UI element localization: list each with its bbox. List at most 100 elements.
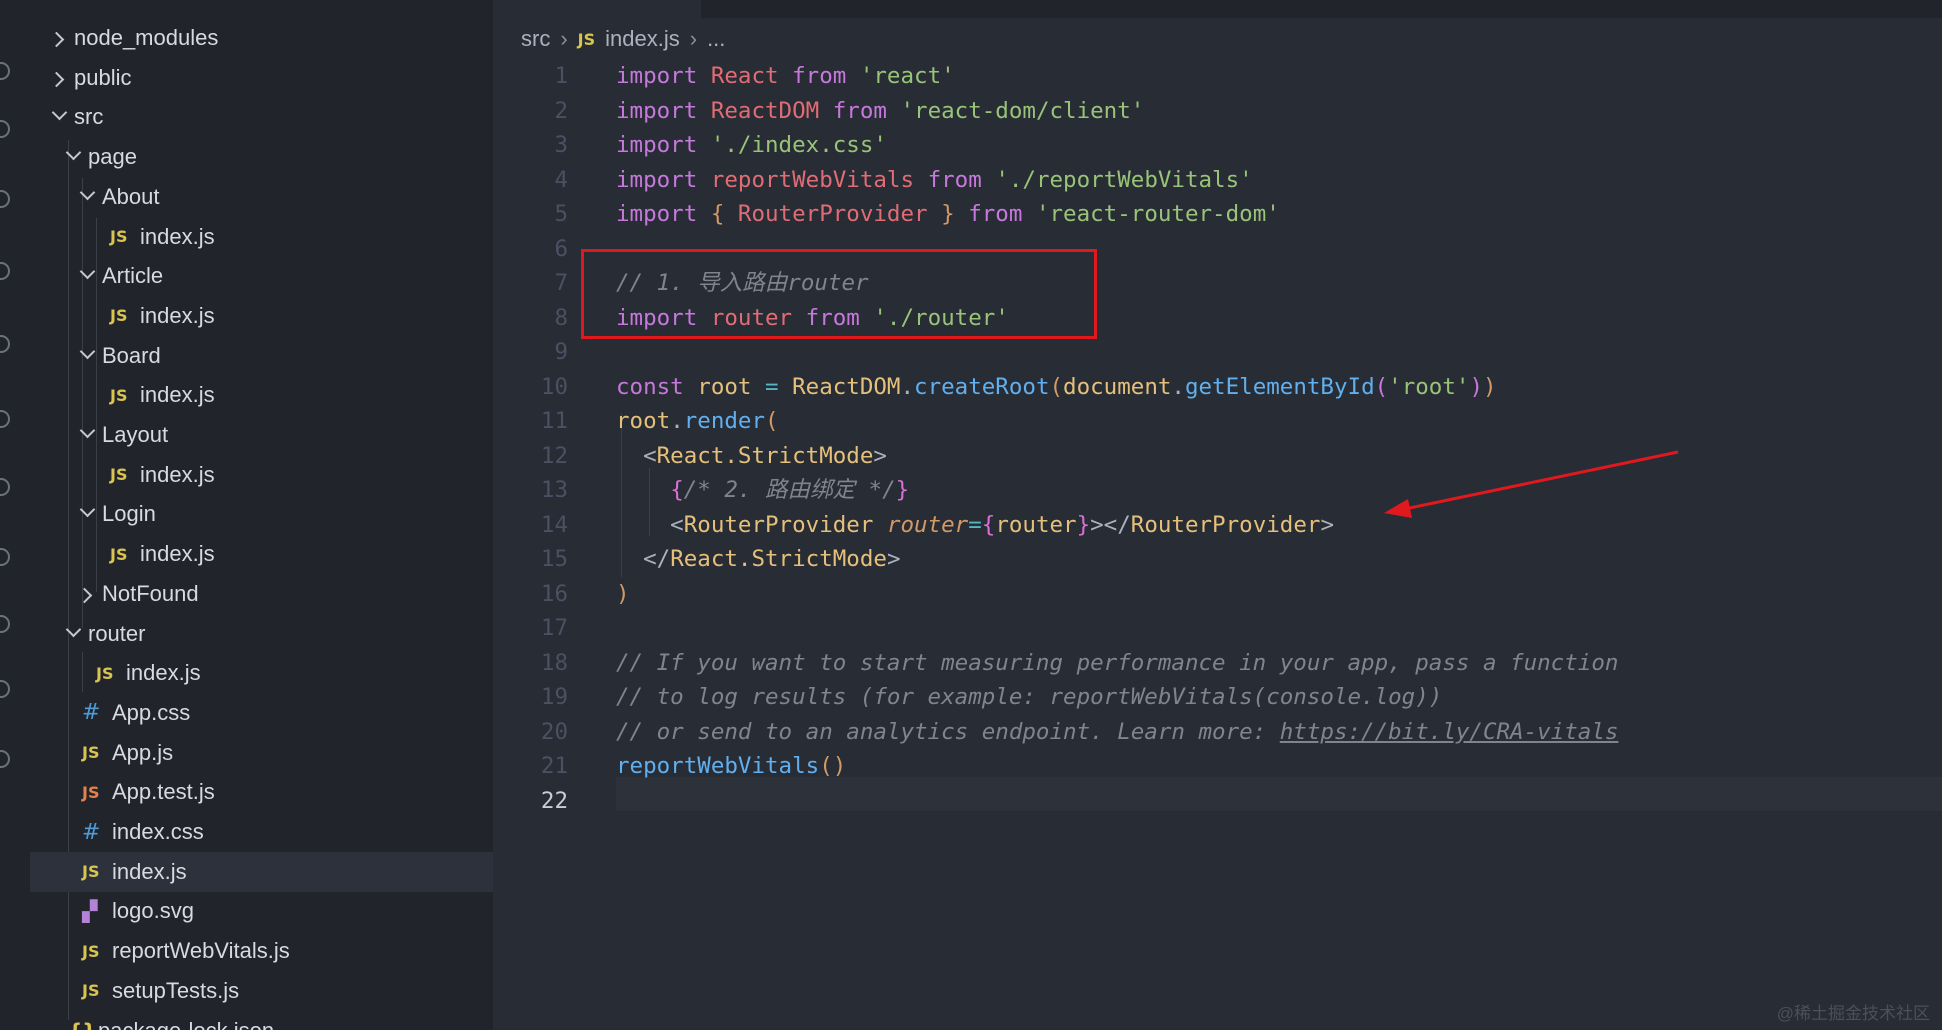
javascript-file-icon: JS — [82, 862, 100, 882]
remote-icon[interactable] — [0, 262, 10, 280]
accounts-icon[interactable] — [0, 750, 10, 768]
chevron-down-icon[interactable] — [76, 501, 98, 527]
tree-file[interactable]: JS index.js — [30, 375, 493, 415]
chevron-down-icon[interactable] — [76, 184, 98, 210]
code-token: React — [710, 63, 793, 89]
code-line[interactable]: 19 // to log results (for example: report… — [493, 680, 1942, 714]
tree-folder[interactable]: Login — [30, 494, 493, 534]
chevron-right-icon[interactable] — [76, 581, 98, 607]
tree-folder[interactable]: node_modules — [30, 18, 493, 58]
git-icon[interactable] — [0, 478, 10, 496]
code-token: . — [1171, 373, 1185, 400]
breadcrumb-folder[interactable]: src — [521, 26, 550, 52]
timeline-icon[interactable] — [0, 615, 10, 633]
code-token: > — [1320, 511, 1334, 538]
testing-icon[interactable] — [0, 410, 10, 428]
code-token: = — [765, 373, 793, 400]
tree-file[interactable]: JS App.test.js — [30, 772, 493, 812]
tree-file[interactable]: JS index.js — [30, 534, 493, 574]
chevron-down-icon[interactable] — [76, 263, 98, 289]
tree-file[interactable]: ▞ logo.svg — [30, 891, 493, 931]
tree-item-label: Layout — [102, 422, 169, 447]
code-line[interactable]: 21 reportWebVitals() — [493, 749, 1942, 783]
tree-file[interactable]: JS index.js — [30, 851, 493, 892]
code-line[interactable]: 4 import reportWebVitals from './reportWe… — [493, 163, 1942, 197]
code-line[interactable]: 20 // or send to an analytics endpoint. L… — [493, 715, 1942, 749]
code-text: import './index.css' — [616, 128, 887, 162]
code-line[interactable]: 13 {/* 2. 路由绑定 */} — [493, 473, 1942, 507]
code-token: </ — [616, 546, 671, 572]
code-line[interactable]: 1 import React from 'react' — [493, 59, 1942, 93]
tree-file[interactable]: {}package-lock.json — [30, 1011, 493, 1030]
tree-file[interactable]: JS index.js — [30, 653, 493, 693]
chevron-right-icon: › — [689, 26, 698, 51]
chevron-down-icon[interactable] — [48, 104, 70, 130]
code-line[interactable]: 11 root.render( — [493, 404, 1942, 438]
chevron-right-icon[interactable] — [48, 25, 70, 51]
tree-item-label: index.css — [112, 819, 204, 844]
test-file-icon: JS — [82, 782, 100, 802]
tree-item-label: index.js — [140, 223, 215, 249]
code-line[interactable]: 3 import './index.css' — [493, 128, 1942, 162]
code-line[interactable]: 12 <React.StrictMode> — [493, 439, 1942, 473]
chevron-right-icon[interactable] — [48, 65, 70, 91]
line-number: 20 — [540, 718, 568, 745]
github-icon[interactable] — [0, 548, 10, 566]
code-token: import — [616, 63, 711, 89]
tree-file[interactable]: # index.css — [30, 812, 493, 852]
tree-folder[interactable]: NotFound — [30, 574, 493, 614]
run-debug-icon[interactable] — [0, 190, 10, 208]
tree-folder[interactable]: src — [30, 97, 493, 137]
code-token: RouterProvider — [1130, 511, 1321, 538]
tree-file[interactable]: JS reportWebVitals.js — [30, 931, 493, 971]
tree-file[interactable]: JS setupTests.js — [30, 971, 493, 1011]
code-text: // If you want to start measuring perfor… — [616, 646, 1618, 680]
tree-item-label: index.js — [140, 461, 215, 487]
code-line[interactable]: 2 import ReactDOM from 'react-dom/client' — [493, 94, 1942, 128]
tree-file[interactable]: JS index.js — [30, 217, 493, 257]
tree-file[interactable]: JS index.js — [30, 455, 493, 495]
line-number: 9 — [554, 339, 568, 365]
code-line[interactable]: 5 import { RouterProvider } from 'react-r… — [493, 197, 1942, 231]
tree-file[interactable]: JS index.js — [30, 296, 493, 336]
code-line[interactable]: 10 const root = ReactDOM.createRoot(docum… — [493, 370, 1942, 404]
breadcrumb-file[interactable]: index.js — [605, 26, 680, 52]
code-line[interactable]: 9 — [493, 335, 1942, 369]
code-editor[interactable]: src › JS index.js › ... 1 import React fr… — [493, 0, 1942, 1030]
code-line[interactable]: 22 — [493, 784, 1942, 818]
javascript-file-icon: JS — [110, 227, 128, 246]
tree-folder[interactable]: Article — [30, 256, 493, 296]
code-line[interactable]: 15 </React.StrictMode> — [493, 542, 1942, 576]
code-line[interactable]: 18 // If you want to start measuring perf… — [493, 646, 1942, 680]
code-line[interactable]: 17 — [493, 611, 1942, 645]
chevron-down-icon[interactable] — [62, 621, 84, 647]
watermark: @稀土掘金技术社区 — [1776, 1004, 1930, 1023]
tree-folder[interactable]: public — [30, 58, 493, 98]
line-number: 13 — [540, 477, 568, 503]
code-token: 'react-dom/client' — [900, 97, 1145, 124]
line-number: 3 — [554, 132, 568, 158]
tree-item-label: App.css — [112, 699, 191, 725]
code-line[interactable]: 16) — [493, 577, 1942, 611]
tree-item-label: router — [88, 620, 146, 646]
tree-file[interactable]: JS App.js — [30, 733, 493, 773]
tree-file[interactable]: # App.css — [30, 693, 493, 733]
code-text: reportWebVitals() — [616, 749, 846, 783]
tree-folder[interactable]: page — [30, 137, 493, 177]
tree-folder[interactable]: Layout — [30, 415, 493, 455]
chevron-down-icon[interactable] — [76, 343, 98, 369]
docker-icon[interactable] — [0, 680, 10, 698]
tab-index-js[interactable] — [493, 0, 701, 18]
code-token: < — [616, 442, 657, 469]
tree-folder[interactable]: About — [30, 177, 493, 217]
source-control-icon[interactable] — [0, 120, 10, 138]
extensions-icon[interactable] — [0, 335, 10, 353]
tree-folder[interactable]: Board — [30, 336, 493, 376]
breadcrumb-symbols[interactable]: ... — [707, 26, 725, 52]
code-line[interactable]: 14 <RouterProvider router={router}></Rou… — [493, 508, 1942, 542]
chevron-down-icon[interactable] — [76, 422, 98, 448]
tree-folder[interactable]: router — [30, 614, 493, 654]
line-number: 8 — [554, 304, 568, 331]
chevron-down-icon[interactable] — [62, 144, 84, 170]
search-icon[interactable] — [0, 62, 10, 80]
